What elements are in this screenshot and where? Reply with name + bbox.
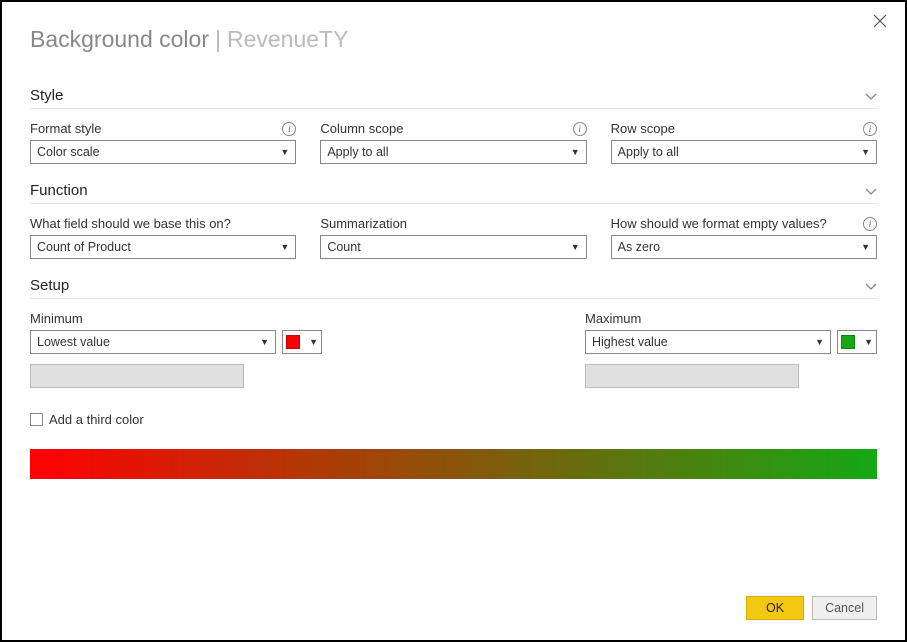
caret-down-icon: ▼ (571, 147, 580, 157)
minimum-color-picker[interactable]: ▼ (282, 330, 322, 354)
info-icon[interactable]: i (282, 122, 296, 136)
caret-down-icon: ▼ (861, 242, 870, 252)
info-icon[interactable]: i (863, 122, 877, 136)
summarization-select[interactable]: Count ▼ (320, 235, 586, 259)
close-icon (873, 14, 887, 28)
info-icon[interactable]: i (573, 122, 587, 136)
title-main: Background color (30, 26, 209, 53)
base-field-label: What field should we base this on? (30, 216, 231, 231)
caret-down-icon: ▼ (260, 337, 269, 347)
section-setup-header[interactable]: Setup (30, 277, 877, 299)
chevron-down-icon (865, 88, 877, 104)
section-style-label: Style (30, 87, 63, 104)
add-third-color-label: Add a third color (49, 412, 144, 427)
section-style-header[interactable]: Style (30, 87, 877, 109)
caret-down-icon: ▼ (864, 337, 873, 347)
caret-down-icon: ▼ (815, 337, 824, 347)
row-scope-select[interactable]: Apply to all ▼ (611, 140, 877, 164)
info-icon[interactable]: i (863, 217, 877, 231)
base-field-value: Count of Product (37, 240, 131, 254)
row-scope-label: Row scope (611, 121, 675, 136)
section-function-label: Function (30, 182, 88, 199)
maximum-value-input (585, 364, 799, 388)
row-scope-value: Apply to all (618, 145, 679, 159)
minimum-color-box (286, 335, 300, 349)
maximum-label: Maximum (585, 311, 641, 326)
title-subtitle: RevenueTY (227, 26, 348, 53)
base-field-select[interactable]: Count of Product ▼ (30, 235, 296, 259)
format-style-value: Color scale (37, 145, 100, 159)
minimum-value: Lowest value (37, 335, 110, 349)
ok-button[interactable]: OK (746, 596, 804, 620)
column-scope-label: Column scope (320, 121, 403, 136)
caret-down-icon: ▼ (280, 147, 289, 157)
summarization-label: Summarization (320, 216, 407, 231)
title-separator: | (215, 26, 221, 53)
format-style-select[interactable]: Color scale ▼ (30, 140, 296, 164)
cancel-button[interactable]: Cancel (812, 596, 877, 620)
minimum-select[interactable]: Lowest value ▼ (30, 330, 276, 354)
column-scope-select[interactable]: Apply to all ▼ (320, 140, 586, 164)
maximum-value: Highest value (592, 335, 668, 349)
section-setup-label: Setup (30, 277, 69, 294)
maximum-select[interactable]: Highest value ▼ (585, 330, 831, 354)
format-style-label: Format style (30, 121, 102, 136)
empty-values-select[interactable]: As zero ▼ (611, 235, 877, 259)
caret-down-icon: ▼ (571, 242, 580, 252)
checkbox-box (30, 413, 43, 426)
chevron-down-icon (865, 183, 877, 199)
gradient-preview (30, 449, 877, 479)
empty-values-value: As zero (618, 240, 660, 254)
minimum-value-input (30, 364, 244, 388)
minimum-label: Minimum (30, 311, 83, 326)
summarization-value: Count (327, 240, 360, 254)
maximum-color-picker[interactable]: ▼ (837, 330, 877, 354)
caret-down-icon: ▼ (861, 147, 870, 157)
caret-down-icon: ▼ (280, 242, 289, 252)
caret-down-icon: ▼ (309, 337, 318, 347)
section-function-header[interactable]: Function (30, 182, 877, 204)
dialog-title: Background color | RevenueTY (30, 26, 877, 53)
maximum-color-box (841, 335, 855, 349)
chevron-down-icon (865, 278, 877, 294)
add-third-color-checkbox[interactable]: Add a third color (30, 412, 877, 427)
empty-values-label: How should we format empty values? (611, 216, 827, 231)
close-button[interactable] (873, 14, 887, 33)
column-scope-value: Apply to all (327, 145, 388, 159)
